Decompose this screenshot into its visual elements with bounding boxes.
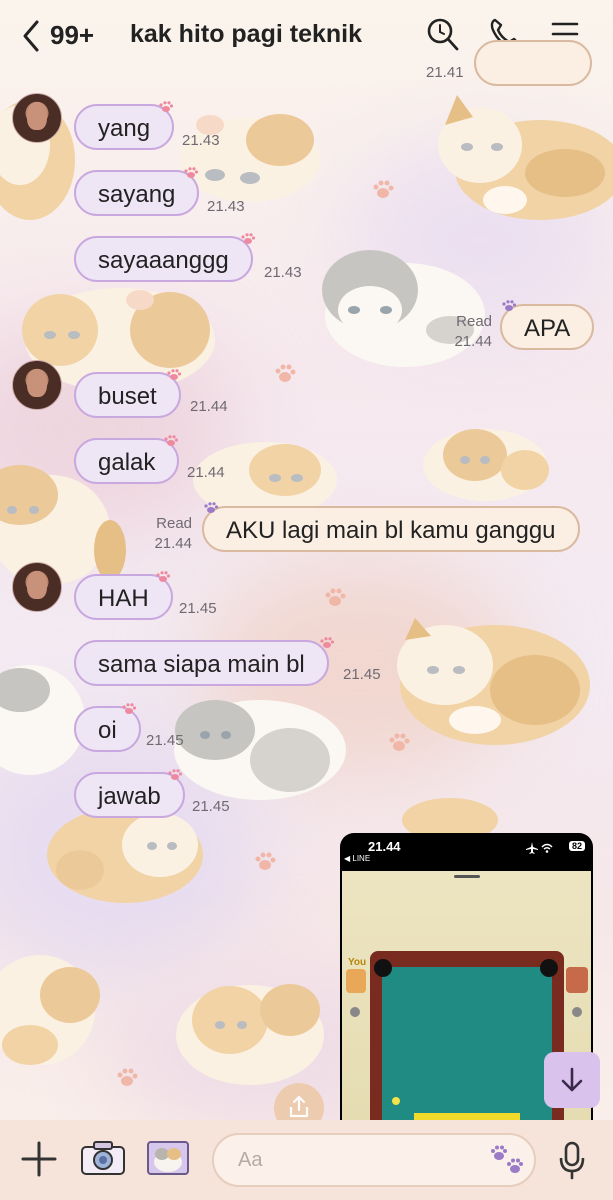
cat-illustration	[438, 95, 613, 220]
message-time: 21.45	[343, 666, 381, 683]
paw-print-icon	[275, 364, 296, 382]
message-bubble[interactable]: sayaaanggg	[74, 236, 253, 282]
airplane-icon	[526, 842, 538, 854]
pocket	[374, 959, 392, 977]
cat-illustration	[174, 700, 346, 800]
message-input[interactable]: Aa	[212, 1133, 536, 1187]
opponent-avatar	[566, 967, 588, 993]
avatar[interactable]	[12, 93, 62, 143]
paw-accent-icon	[204, 502, 218, 513]
message-time: 21.45	[179, 600, 217, 617]
wifi-icon	[541, 843, 553, 853]
input-placeholder: Aa	[238, 1149, 263, 1171]
paw-accent-icon	[159, 101, 173, 112]
camera-icon[interactable]	[80, 1140, 126, 1176]
pocket	[540, 959, 558, 977]
share-icon	[289, 1095, 309, 1118]
microphone-icon[interactable]	[558, 1140, 586, 1180]
paw-accent-icon	[164, 435, 178, 446]
screenshot-battery: 82	[568, 841, 585, 851]
message-time: 21.41	[426, 64, 464, 81]
unread-count[interactable]: 99+	[50, 20, 94, 51]
paw-accent-icon	[167, 369, 181, 380]
message-bubble[interactable]: buset	[74, 372, 181, 418]
message-time: 21.45	[192, 798, 230, 815]
message-time: 21.44	[187, 464, 225, 481]
paw-print-icon	[389, 733, 410, 751]
pool-table-felt	[382, 967, 552, 1123]
message-time: 21.43	[207, 198, 245, 215]
avatar[interactable]	[12, 360, 62, 410]
player-label: You	[348, 957, 367, 968]
paw-print-icon	[117, 1068, 138, 1086]
scroll-to-bottom-button[interactable]	[544, 1052, 600, 1108]
player-avatar	[346, 969, 366, 993]
message-time: 21.45	[146, 732, 184, 749]
message-bubble[interactable]: AKU lagi main bl kamu ganggu	[202, 506, 580, 552]
read-status: Read	[156, 515, 192, 532]
paw-print-icon	[325, 588, 346, 606]
message-time: 21.44	[454, 333, 492, 350]
message-time: 21.44	[190, 398, 228, 415]
cat-illustration	[322, 250, 485, 367]
arrow-down-icon	[561, 1067, 583, 1092]
paw-accent-icon	[241, 233, 255, 244]
message-time: 21.43	[264, 264, 302, 281]
avatar[interactable]	[12, 562, 62, 612]
cat-illustration	[0, 955, 100, 1065]
read-status: Read	[456, 313, 492, 330]
cat-illustration	[397, 618, 590, 745]
screenshot-back-label: ◀ LINE	[344, 854, 371, 863]
chevron-left-icon[interactable]	[20, 18, 42, 54]
screenshot-time: 21.44	[368, 839, 401, 854]
chat-title[interactable]: kak hito pagi teknik	[130, 20, 362, 49]
image-icon[interactable]	[146, 1140, 190, 1176]
paw-accent-icon	[320, 637, 334, 648]
read-receipt: Read 21.44	[440, 312, 492, 352]
message-time: 21.44	[154, 535, 192, 552]
cat-illustration	[423, 429, 549, 501]
paw-accent-icon	[168, 769, 182, 780]
message-time: 21.43	[182, 132, 220, 149]
plus-icon[interactable]	[20, 1140, 58, 1178]
screenshot-status-bar: 21.44 ◀ LINE 82	[340, 833, 593, 869]
cue-ball	[392, 1097, 400, 1105]
message-bubble[interactable]: sama siapa main bl	[74, 640, 329, 686]
message-bubble[interactable]: sayang	[74, 170, 200, 216]
paw-accent-icon	[156, 571, 170, 582]
cat-illustration	[176, 984, 324, 1085]
search-icon[interactable]	[426, 16, 460, 52]
paw-accent-icon	[184, 167, 198, 178]
paw-print-icon	[373, 180, 394, 198]
message-bubble-partial[interactable]	[474, 40, 592, 86]
paw-print-icon	[255, 852, 276, 870]
read-receipt: Read 21.44	[140, 514, 192, 554]
paw-accent-icon	[122, 703, 136, 714]
paw-accent-icon	[502, 300, 516, 311]
paw-icon[interactable]	[488, 1144, 528, 1178]
